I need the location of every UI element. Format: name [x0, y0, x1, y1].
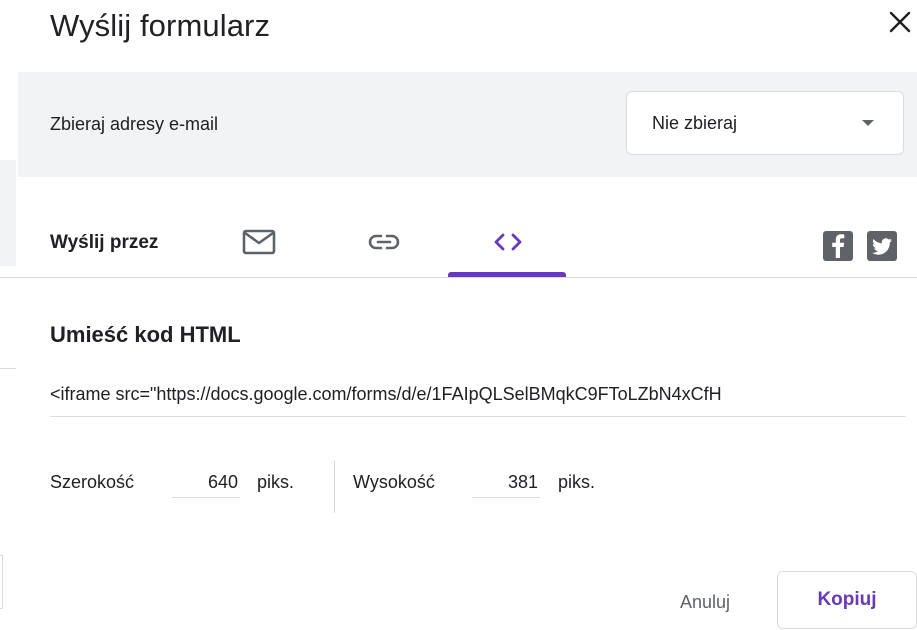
dimensions-row: Szerokość 640 piks. Wysokość 381 piks. [0, 460, 917, 515]
embed-heading: Umieść kod HTML [50, 322, 241, 347]
collect-emails-label: Zbieraj adresy e-mail [50, 114, 219, 134]
embed-code-text: <iframe src="https://docs.google.com/for… [50, 384, 722, 404]
send-via-label: Wyślij przez [50, 232, 159, 253]
dialog-title: Wyślij formularz [50, 8, 271, 43]
twitter-icon[interactable] [867, 231, 897, 261]
height-value: 381 [507, 472, 538, 492]
collect-emails-dropdown[interactable]: Nie zbieraj [626, 91, 904, 155]
dropdown-arrow-icon [862, 120, 874, 126]
collect-emails-section: Zbieraj adresy e-mail Nie zbieraj [18, 72, 917, 177]
width-value: 640 [207, 472, 238, 492]
cancel-button[interactable]: Anuluj [650, 582, 760, 622]
email-icon[interactable] [241, 228, 277, 256]
embed-code-field[interactable]: <iframe src="https://docs.google.com/for… [50, 380, 906, 417]
link-icon[interactable] [366, 228, 402, 256]
send-via-row: Wyślij przez [0, 176, 917, 278]
copy-button[interactable]: Kopiuj [777, 571, 917, 629]
tabs-divider [0, 277, 917, 278]
height-label: Wysokość [353, 472, 435, 492]
collect-emails-selected: Nie zbieraj [652, 113, 738, 133]
embed-code-icon[interactable] [490, 228, 526, 256]
send-form-dialog: Wyślij formularz Zbieraj adresy e-mail N… [0, 0, 917, 630]
width-label: Szerokość [50, 472, 135, 492]
facebook-icon[interactable] [823, 231, 853, 261]
dimensions-separator [334, 460, 335, 513]
width-input[interactable]: 640 [172, 466, 240, 498]
height-input[interactable]: 381 [472, 466, 540, 498]
width-unit: piks. [257, 472, 295, 492]
close-icon[interactable] [884, 6, 916, 38]
height-unit: piks. [558, 472, 596, 492]
